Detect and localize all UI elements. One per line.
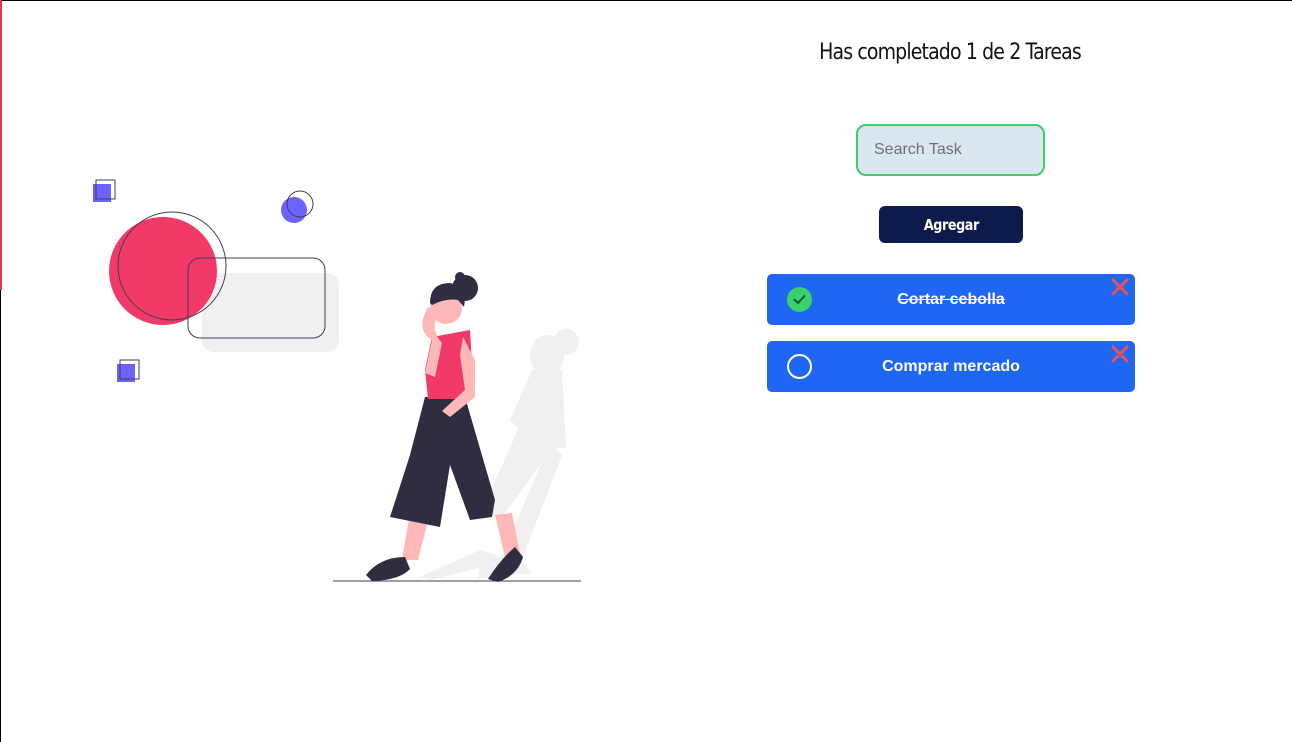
frame-accent-line xyxy=(0,0,2,290)
close-icon[interactable] xyxy=(1109,276,1131,298)
woman-walking-illustration xyxy=(93,179,581,582)
checkmark-icon xyxy=(793,295,806,304)
circle-icon[interactable] xyxy=(787,354,812,379)
task-label: Comprar mercado xyxy=(882,358,1020,375)
add-task-label: Agregar xyxy=(923,215,979,234)
pink-circle-shape xyxy=(109,217,217,325)
task-item: Cortar cebolla xyxy=(767,274,1135,325)
purple-dot-shape xyxy=(281,197,307,223)
woman-figure xyxy=(366,272,523,582)
task-item: Comprar mercado xyxy=(767,341,1135,392)
add-task-button[interactable]: Agregar xyxy=(879,206,1023,243)
task-label: Cortar cebolla xyxy=(897,291,1005,308)
task-counter-title: Has completado 1 de 2 Tareas xyxy=(819,40,1082,65)
close-icon[interactable] xyxy=(1109,343,1131,365)
check-circle-icon[interactable] xyxy=(787,287,812,312)
search-input[interactable] xyxy=(856,124,1045,176)
